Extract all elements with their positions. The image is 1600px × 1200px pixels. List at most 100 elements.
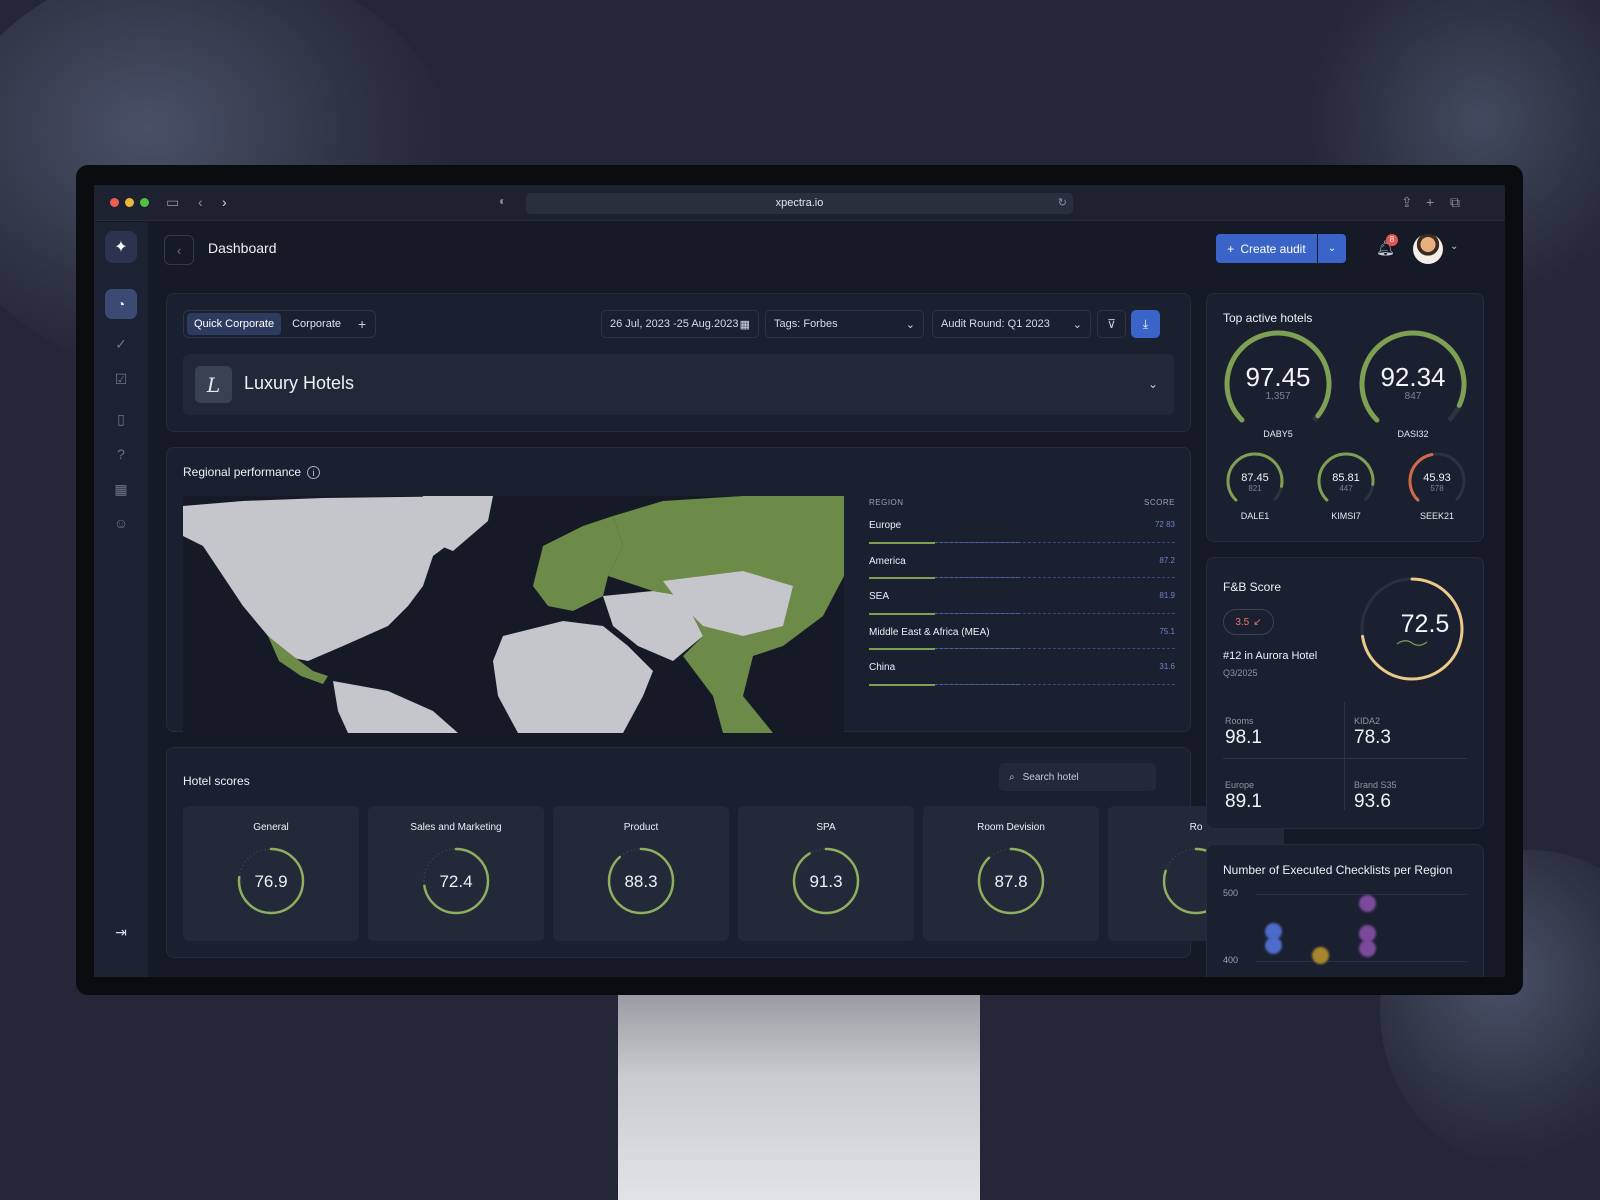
tags-value: Tags: Forbes	[774, 318, 838, 330]
tab-quick-corporate[interactable]: Quick Corporate	[187, 313, 282, 335]
building-icon[interactable]: ▦	[105, 474, 137, 504]
region-score: 75.1	[1159, 626, 1175, 636]
gridline	[1255, 894, 1467, 895]
region-name: Middle East & Africa (MEA)	[869, 626, 990, 638]
clipboard-check-icon[interactable]: ☑	[105, 364, 137, 394]
score-tile-value: 91.3	[809, 872, 843, 891]
region-table-header: REGION SCORE	[869, 498, 1175, 507]
score-tile[interactable]: Room Devision 87.8	[923, 806, 1099, 941]
search-placeholder: Search hotel	[1022, 771, 1079, 783]
chevron-down-icon[interactable]: ⌄	[1450, 241, 1458, 252]
brand-logo: L	[195, 366, 232, 403]
download-button[interactable]: ⤓	[1131, 310, 1160, 338]
region-row[interactable]: Middle East & Africa (MEA) 75.1	[869, 614, 1175, 650]
world-map[interactable]	[183, 496, 844, 733]
gauge-subvalue: 821	[1248, 483, 1262, 493]
download-icon: ⤓	[1142, 316, 1149, 331]
monitor: ▭ ‹ › ◐ xpectra.io ↻ ⇪ + ⧉ ✦ ◔ ✓ ☑ ▯ ? ▦…	[76, 165, 1523, 995]
gauge-value: 97.45	[1245, 361, 1311, 392]
score-column-header: SCORE	[1144, 498, 1175, 507]
back-button[interactable]: ‹	[164, 235, 194, 265]
region-name: China	[869, 662, 896, 673]
executed-checklists-title: Number of Executed Checklists per Region	[1223, 863, 1453, 877]
plus-icon: +	[1227, 241, 1235, 256]
region-row[interactable]: Europe 72 83	[869, 507, 1175, 544]
regional-performance-title: Regional performance i	[183, 465, 321, 479]
address-bar[interactable]: xpectra.io ↻	[526, 193, 1073, 214]
app-logo[interactable]: ✦	[105, 231, 137, 263]
score-tile-label: General	[253, 822, 289, 833]
stat-label: Brand S35	[1354, 780, 1397, 790]
date-range-picker[interactable]: 26 Jul, 2023 -25 Aug.2023 ▦	[601, 310, 759, 338]
region-column-header: REGION	[869, 498, 904, 507]
search-icon: ⌕	[1009, 771, 1015, 783]
maximize-window-button[interactable]	[140, 198, 149, 207]
gauge-value: 87.45	[1241, 471, 1269, 484]
user-icon[interactable]: ☺	[105, 508, 137, 538]
clear-filter-button[interactable]: ⊽	[1097, 310, 1126, 338]
notification-badge: 8	[1386, 234, 1398, 246]
reload-icon[interactable]: ↻	[1058, 193, 1067, 214]
share-icon[interactable]: ⇪	[1401, 194, 1413, 211]
region-row[interactable]: SEA 81.9	[869, 578, 1175, 615]
score-tile[interactable]: General 76.9	[183, 806, 359, 941]
region-row[interactable]: China 31.6	[869, 649, 1175, 686]
score-tile[interactable]: Sales and Marketing 72.4	[368, 806, 544, 941]
gauge-subvalue: 578	[1430, 483, 1444, 493]
regional-performance-card: Regional performance i REGION SCORE Europ…	[166, 447, 1191, 733]
logout-icon[interactable]: ⇥	[105, 917, 137, 947]
chart-point	[1312, 947, 1329, 964]
brand-selector[interactable]: L Luxury Hotels ⌄	[183, 354, 1174, 415]
fb-score-title: F&B Score	[1223, 580, 1282, 594]
gauge-value: 85.81	[1332, 471, 1360, 484]
brand-name: Luxury Hotels	[244, 373, 355, 393]
region-row[interactable]: America 87.2	[869, 543, 1175, 579]
fb-rank: #12 in Aurora Hotel	[1223, 650, 1318, 662]
gauge-value: 92.34	[1380, 361, 1446, 392]
chart-point	[1359, 895, 1376, 912]
executed-checklists-card: Number of Executed Checklists per Region…	[1206, 844, 1484, 977]
gauge-subvalue: 447	[1339, 483, 1353, 493]
help-icon[interactable]: ?	[105, 439, 137, 469]
browser-back-icon[interactable]: ‹	[198, 194, 203, 210]
gauge-hotel-name: KIMSI7	[1331, 511, 1361, 521]
gauge-hotel-name: SEEK21	[1419, 511, 1455, 521]
region-score: 87.2	[1159, 555, 1175, 565]
add-tab-icon[interactable]: +	[352, 316, 372, 332]
calendar-icon: ▦	[739, 318, 750, 331]
avatar[interactable]	[1413, 234, 1443, 264]
url-text: xpectra.io	[775, 197, 824, 209]
stat-value: 93.6	[1354, 791, 1391, 812]
chevron-down-icon: ⌄	[1327, 243, 1337, 254]
score-tile-label: Product	[623, 822, 659, 833]
region-bar	[869, 683, 935, 686]
create-audit-button[interactable]: + Create audit	[1216, 234, 1317, 263]
info-icon[interactable]: i	[307, 466, 321, 479]
audit-round-value: Audit Round: Q1 2023	[941, 318, 1050, 330]
dashboard-icon[interactable]: ◔	[105, 289, 137, 319]
browser-forward-icon[interactable]: ›	[222, 194, 227, 210]
document-icon[interactable]: ▯	[105, 404, 137, 434]
minimize-window-button[interactable]	[125, 198, 134, 207]
shield-icon[interactable]: ◐	[499, 194, 506, 208]
gauge-subvalue: 1,357	[1265, 390, 1291, 402]
tags-select[interactable]: Tags: Forbes ⌄	[765, 310, 924, 338]
fb-period: Q3/2025	[1223, 668, 1258, 678]
check-circle-icon[interactable]: ✓	[105, 329, 137, 359]
score-tile[interactable]: Product 88.3	[553, 806, 729, 941]
page-title: Dashboard	[208, 240, 277, 256]
gauge-value: 45.93	[1423, 471, 1451, 484]
top-active-hotels-title: Top active hotels	[1223, 311, 1313, 325]
tab-corporate[interactable]: Corporate	[285, 313, 348, 335]
close-window-button[interactable]	[110, 198, 119, 207]
hotel-scores-title: Hotel scores	[183, 774, 250, 788]
score-tile[interactable]: SPA 91.3	[738, 806, 914, 941]
audit-round-select[interactable]: Audit Round: Q1 2023 ⌄	[932, 310, 1091, 338]
search-hotel-input[interactable]: ⌕ Search hotel	[999, 763, 1156, 791]
tabs-overview-icon[interactable]: ⧉	[1450, 194, 1460, 211]
top-active-hotels-card: Top active hotels 97.45 1,357 DABY5 92.34 84…	[1206, 293, 1484, 542]
create-audit-dropdown[interactable]: ⌄	[1318, 234, 1346, 263]
sidebar-toggle-icon[interactable]: ▭	[166, 194, 179, 211]
new-tab-icon[interactable]: +	[1426, 194, 1434, 210]
region-score-table: REGION SCORE Europe 72 83 America 87.2 SEA 81…	[869, 498, 1175, 686]
